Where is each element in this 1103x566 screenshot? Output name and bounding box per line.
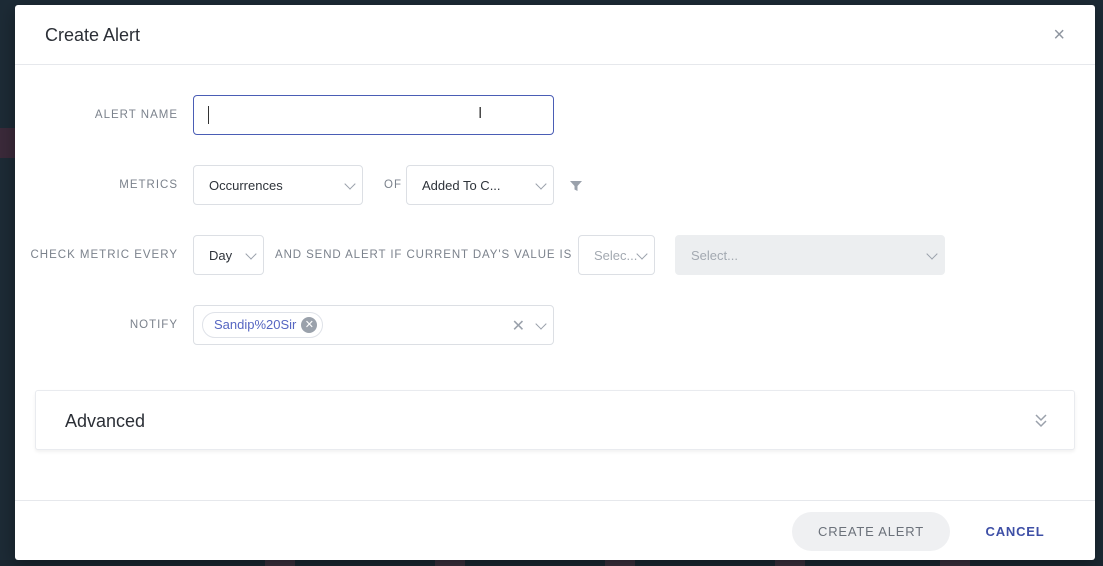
create-alert-button[interactable]: CREATE ALERT xyxy=(792,512,950,551)
chevron-down-icon xyxy=(535,178,547,190)
threshold-select: Select... xyxy=(675,235,945,275)
modal-footer: CREATE ALERT CANCEL xyxy=(15,500,1095,560)
alert-name-label: ALERT NAME xyxy=(94,109,178,121)
modal-header: Create Alert × xyxy=(15,5,1095,65)
double-chevron-down-icon[interactable] xyxy=(1035,413,1047,429)
advanced-section[interactable]: Advanced xyxy=(35,390,1075,450)
backdrop-bottom xyxy=(0,560,1103,566)
alert-name-input[interactable]: I xyxy=(193,95,554,135)
clear-icon[interactable]: ✕ xyxy=(512,316,525,336)
create-alert-modal: Create Alert × ALERT NAME I METRICS Occu… xyxy=(15,5,1095,560)
chevron-down-icon xyxy=(344,178,356,190)
modal-title: Create Alert xyxy=(45,25,141,45)
chevron-down-icon[interactable] xyxy=(535,318,547,330)
metrics-label: METRICS xyxy=(119,179,178,191)
metric-select-value: Occurrences xyxy=(209,178,283,193)
close-icon[interactable]: × xyxy=(1053,25,1065,45)
filter-icon[interactable] xyxy=(570,180,582,192)
check-metric-label: CHECK METRIC EVERY xyxy=(30,249,178,261)
of-label: OF xyxy=(384,179,402,191)
period-select-value: Day xyxy=(209,248,233,263)
notify-multiselect[interactable]: Sandip%20Sir ✕ ✕ xyxy=(193,305,554,345)
event-select[interactable]: Added To C... xyxy=(406,165,554,205)
chevron-down-icon xyxy=(245,248,257,260)
notify-label: NOTIFY xyxy=(129,319,178,331)
remove-chip-icon[interactable]: ✕ xyxy=(301,317,318,333)
text-caret xyxy=(208,106,209,124)
metric-select[interactable]: Occurrences xyxy=(193,165,363,205)
cancel-button[interactable]: CANCEL xyxy=(970,512,1060,551)
chevron-down-icon xyxy=(926,248,938,260)
event-select-value: Added To C... xyxy=(422,178,501,193)
advanced-title: Advanced xyxy=(65,411,146,431)
chevron-down-icon xyxy=(636,248,648,260)
threshold-placeholder: Select... xyxy=(691,248,738,263)
ibeam-cursor-icon: I xyxy=(478,105,483,122)
operator-placeholder: Selec... xyxy=(594,248,638,263)
backdrop-strip xyxy=(0,128,15,158)
operator-select[interactable]: Selec... xyxy=(578,235,655,275)
recipient-chip-label: Sandip%20Sir xyxy=(214,317,297,332)
recipient-chip: Sandip%20Sir ✕ xyxy=(202,312,324,338)
condition-label: AND SEND ALERT IF CURRENT DAY'S VALUE IS xyxy=(275,249,573,261)
period-select[interactable]: Day xyxy=(193,235,264,275)
